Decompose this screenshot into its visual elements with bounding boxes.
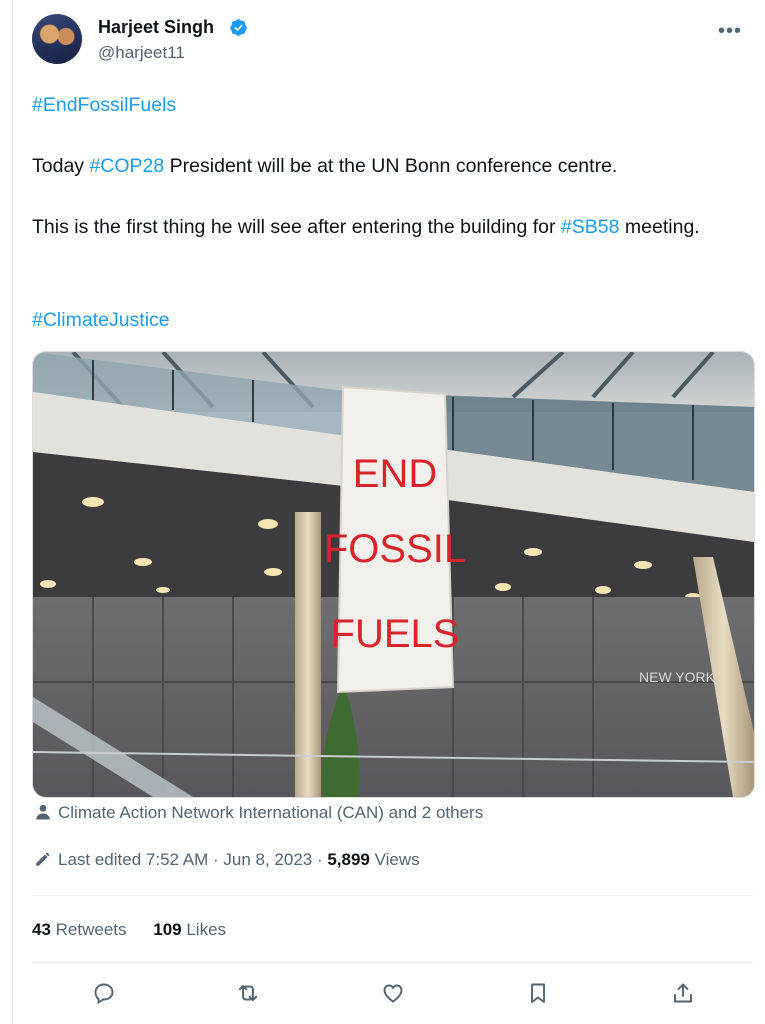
divider xyxy=(32,895,753,896)
banner-line-2: FOSSIL xyxy=(324,527,466,571)
tweet-meta: Last edited 7:52 AM · Jun 8, 2023 · 5,89… xyxy=(34,850,420,870)
tweet-header: Harjeet Singh @harjeet11 ••• xyxy=(32,14,752,66)
views-label: Views xyxy=(369,850,420,869)
divider xyxy=(32,962,753,963)
avatar[interactable] xyxy=(32,14,82,64)
reply-icon xyxy=(94,983,114,1005)
more-horizontal-icon[interactable]: ••• xyxy=(718,20,742,43)
reply-button[interactable] xyxy=(89,978,119,1008)
tweet-text-segment: meeting. xyxy=(619,216,700,238)
verified-badge-icon xyxy=(230,19,247,36)
hashtag-link[interactable]: #EndFossilFuels xyxy=(32,94,176,116)
share-button[interactable] xyxy=(668,978,698,1008)
views-count: 5,899 xyxy=(327,850,370,869)
banner-line-1: END xyxy=(353,452,437,496)
like-button[interactable] xyxy=(378,978,408,1008)
bookmark-button[interactable] xyxy=(523,978,553,1008)
hashtag-link[interactable]: #SB58 xyxy=(561,216,620,238)
pencil-icon xyxy=(36,852,50,866)
bookmark-icon xyxy=(531,983,545,1003)
tweet-text-segment: This is the first thing he will see afte… xyxy=(32,216,561,238)
likes-stat[interactable]: 109 Likes xyxy=(153,920,226,939)
person-icon xyxy=(36,804,50,820)
retweets-count: 43 xyxy=(32,920,51,939)
retweet-button[interactable] xyxy=(233,978,263,1008)
tweet-photo[interactable]: NEW YORK END FOSSIL FUELS xyxy=(32,351,755,798)
wall-sign: NEW YORK xyxy=(639,669,716,685)
retweets-label: Retweets xyxy=(50,920,127,939)
photo-illustration: NEW YORK END FOSSIL FUELS xyxy=(33,352,754,797)
hashtag-link[interactable]: #COP28 xyxy=(89,155,164,177)
action-bar xyxy=(32,978,753,1010)
edited-text[interactable]: Last edited 7:52 AM · Jun 8, 2023 · xyxy=(58,850,327,869)
engagement-stats: 43 Retweets 109 Likes xyxy=(32,920,248,940)
author-handle[interactable]: @harjeet11 xyxy=(98,43,185,63)
author-name[interactable]: Harjeet Singh xyxy=(98,17,214,38)
retweet-icon xyxy=(238,984,258,1002)
likes-count: 109 xyxy=(153,920,182,939)
likes-label: Likes xyxy=(181,920,227,939)
tagged-text: Climate Action Network International (CA… xyxy=(58,803,484,822)
retweets-stat[interactable]: 43 Retweets xyxy=(32,920,127,939)
banner-line-3: FUELS xyxy=(331,612,460,656)
tweet-line-2: This is the first thing he will see afte… xyxy=(32,212,732,243)
share-icon xyxy=(674,983,692,1003)
tweet-hashtag-bottom: #ClimateJustice xyxy=(32,305,170,336)
tagged-people[interactable]: Climate Action Network International (CA… xyxy=(34,803,483,823)
heart-icon xyxy=(383,984,403,1003)
hashtag-link[interactable]: #ClimateJustice xyxy=(32,309,170,331)
tweet-hashtag-top: #EndFossilFuels xyxy=(32,90,176,121)
tweet-line-1: Today #COP28 President will be at the UN… xyxy=(32,151,617,182)
tweet-text-segment: Today xyxy=(32,155,90,177)
tweet-text-segment: President will be at the UN Bonn confere… xyxy=(164,155,618,177)
